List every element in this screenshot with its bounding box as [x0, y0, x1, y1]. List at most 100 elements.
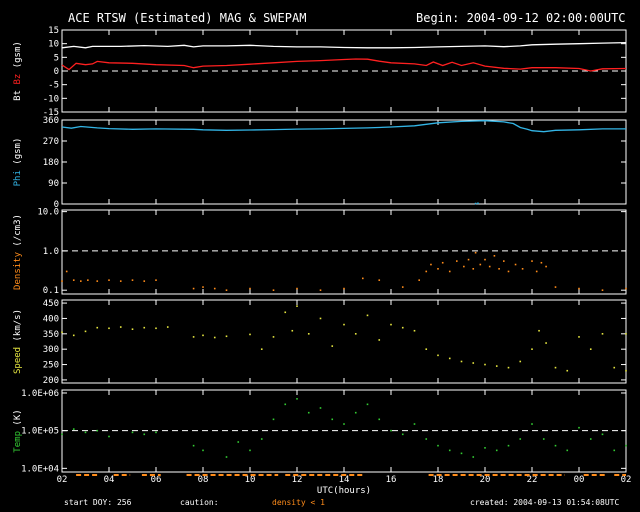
data-point-speed	[613, 366, 616, 369]
data-point-density	[65, 270, 68, 273]
data-point-density	[498, 268, 500, 270]
data-point-temp	[307, 411, 310, 414]
data-point-density	[119, 280, 122, 282]
data-point-speed	[272, 336, 275, 338]
xtick-label: 02	[57, 475, 68, 485]
data-point-speed	[192, 336, 195, 338]
ytick-label-phi: 270	[43, 137, 59, 147]
data-point-speed	[143, 326, 146, 329]
data-point-density	[601, 289, 604, 291]
data-point-density	[80, 280, 82, 282]
ylabel-part: Phi	[13, 170, 23, 186]
data-point-density	[463, 265, 465, 268]
series-line-bt	[61, 41, 627, 49]
created-time: created: 2004-09-13 01:54:08UTC	[470, 498, 620, 507]
data-point-speed	[260, 348, 263, 350]
data-point-density	[378, 279, 381, 281]
ylabel-part: Bt	[13, 90, 23, 101]
ytick-label-temp: 1.0E+05	[21, 427, 59, 437]
data-point-temp	[366, 403, 369, 406]
data-point-temp	[589, 438, 592, 440]
data-point-speed	[213, 336, 216, 339]
data-point-density	[72, 279, 75, 281]
ylabel-part: (gsm)	[13, 41, 23, 74]
x-axis-label: UTC(hours)	[317, 486, 371, 496]
ytick-label-speed: 450	[43, 299, 59, 309]
data-point-temp	[319, 407, 322, 409]
xtick-label: 02	[621, 475, 632, 485]
data-point-temp	[448, 449, 451, 452]
panel-frame-speed	[61, 299, 627, 384]
data-point-phi-dip	[474, 202, 477, 205]
data-point-density	[87, 279, 89, 281]
ytick-label-mag: -5	[48, 81, 59, 91]
data-point-density	[418, 279, 420, 281]
data-point-speed	[225, 335, 228, 338]
data-point-speed	[61, 331, 63, 334]
ylabel-temp: Temp (K)	[13, 409, 23, 452]
data-point-temp	[495, 449, 498, 452]
ytick-label-mag: 5	[54, 53, 59, 63]
data-point-density	[441, 261, 444, 264]
xtick-label: 12	[292, 475, 303, 485]
data-point-temp	[613, 449, 616, 452]
data-point-temp	[413, 423, 416, 425]
ytick-label-speed: 350	[43, 330, 59, 340]
data-point-speed	[425, 348, 428, 350]
data-point-speed	[108, 327, 110, 330]
ylabel-speed: Speed (km/s)	[13, 309, 23, 374]
data-point-density	[472, 268, 475, 270]
data-point-density	[425, 270, 428, 273]
data-point-density	[625, 287, 627, 290]
data-point-speed	[291, 329, 294, 332]
ylabel-part: Density	[13, 251, 23, 290]
data-point-temp	[437, 444, 439, 447]
xtick-label: 04	[104, 475, 115, 485]
data-point-density	[448, 270, 451, 273]
ytick-label-mag: -10	[43, 94, 59, 104]
data-point-speed	[155, 327, 157, 330]
ylabel-part: (K)	[13, 409, 23, 431]
ytick-label-phi: 90	[48, 179, 59, 189]
data-point-speed	[343, 323, 345, 326]
data-point-temp	[72, 428, 75, 430]
ylabel-part: (/cm3)	[13, 214, 23, 252]
data-point-density	[61, 280, 63, 282]
data-point-temp	[108, 435, 110, 438]
data-point-density	[531, 260, 533, 262]
data-point-temp	[272, 418, 275, 421]
data-point-density	[213, 287, 216, 290]
xtick-label: 06	[151, 475, 162, 485]
data-point-temp	[131, 431, 134, 434]
data-point-temp	[625, 444, 627, 447]
data-point-density	[143, 280, 146, 282]
ylabel-density: Density (/cm3)	[13, 214, 23, 290]
ytick-label-phi: 360	[43, 116, 59, 126]
data-point-density	[225, 289, 228, 291]
data-point-phi-dip	[477, 202, 479, 205]
data-point-density	[484, 258, 486, 261]
data-point-density	[192, 287, 195, 290]
data-point-speed	[72, 334, 75, 337]
data-point-speed	[531, 348, 533, 350]
data-point-temp	[96, 429, 99, 432]
series-line-bz	[61, 58, 627, 72]
density-note: density < 1	[272, 498, 325, 507]
data-point-temp	[143, 433, 146, 436]
data-point-density	[540, 261, 543, 264]
data-point-temp	[260, 438, 263, 440]
data-point-temp	[155, 431, 157, 434]
data-point-density	[202, 286, 204, 288]
data-point-temp	[531, 423, 533, 425]
xtick-label: 20	[480, 475, 491, 485]
caution-label: caution:	[180, 498, 219, 507]
data-point-speed	[131, 328, 134, 331]
data-point-density	[488, 265, 491, 268]
xtick-label: 14	[339, 475, 350, 485]
data-point-speed	[119, 326, 122, 328]
ytick-label-phi: 180	[43, 158, 59, 168]
data-point-speed	[166, 326, 169, 328]
data-point-speed	[354, 333, 357, 335]
data-point-temp	[296, 398, 298, 400]
ytick-label-speed: 400	[43, 314, 59, 324]
